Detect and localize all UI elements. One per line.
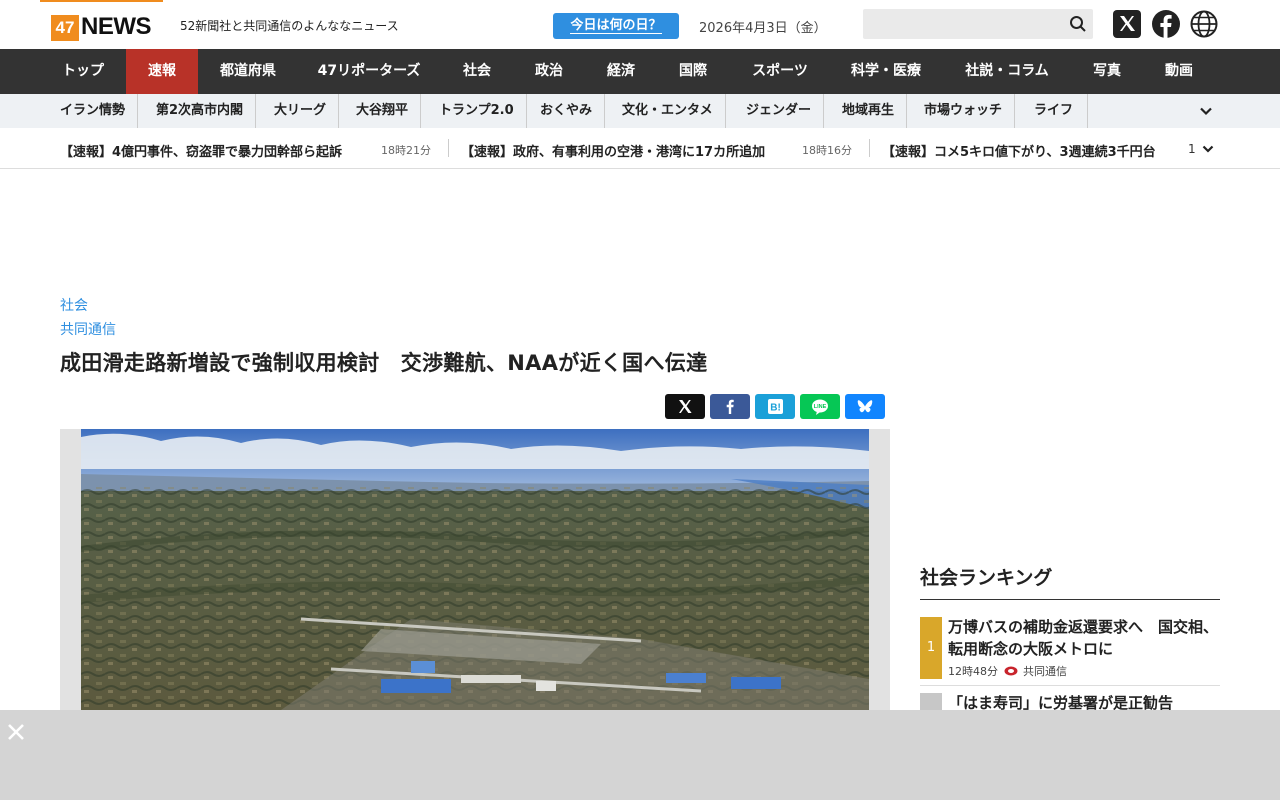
x-icon[interactable] <box>1113 10 1141 38</box>
topic-item-life[interactable]: ライフ <box>1034 94 1089 128</box>
topic-item-gender[interactable]: ジェンダー <box>746 94 825 128</box>
facebook-icon[interactable] <box>1152 10 1180 38</box>
logo-text: NEWS <box>81 13 152 40</box>
site-tagline: 52新聞社と共同通信のよんななニュース <box>180 19 399 33</box>
share-bluesky-button[interactable] <box>845 394 885 419</box>
nav-item-prefectures[interactable]: 都道府県 <box>208 49 288 94</box>
facebook-share-icon <box>726 399 734 414</box>
top-bar: 47 NEWS 52新聞社と共同通信のよんななニュース 今日は何の日？ 2026… <box>0 0 1280 49</box>
ticker-headline[interactable]: 【速報】政府、有事利用の空港・港湾に17カ所追加 <box>461 141 765 160</box>
ranking-item-source: 共同通信 <box>1023 665 1067 678</box>
today-in-history-button[interactable]: 今日は何の日？ <box>553 13 679 39</box>
bluesky-icon <box>857 400 873 413</box>
nav-item-47reporters[interactable]: 47リポーターズ <box>305 49 433 94</box>
nav-item-breaking[interactable]: 速報 <box>126 49 198 94</box>
ticker-time: 18時16分 <box>802 144 852 157</box>
nav-item-society[interactable]: 社会 <box>447 49 507 94</box>
ranking-divider <box>920 599 1220 600</box>
main-nav: トップ 速報 都道府県 47リポーターズ 社会 政治 経済 国際 スポーツ 科学… <box>0 49 1280 94</box>
ticker-time: 18時21分 <box>381 144 431 157</box>
topic-item-takaichi-cabinet[interactable]: 第2次高市内閣 <box>156 94 257 128</box>
ranking-title: 社会ランキング <box>920 567 1053 589</box>
nav-item-photos[interactable]: 写真 <box>1080 49 1134 94</box>
ticker-headline[interactable]: 【速報】コメ5キロ値下がり、3週連続3千円台 <box>882 141 1156 160</box>
hatena-bookmark-icon: B! <box>768 399 783 414</box>
article-photo-frame <box>60 429 890 710</box>
close-icon[interactable] <box>6 722 26 742</box>
nav-item-economy[interactable]: 経済 <box>591 49 651 94</box>
ranking-number: 1 <box>920 617 942 679</box>
logo-number: 47 <box>51 15 79 41</box>
topic-item-regional[interactable]: 地域再生 <box>842 94 908 128</box>
topic-item-trump[interactable]: トランプ2.0 <box>439 94 527 128</box>
chevron-down-icon[interactable] <box>1198 103 1214 119</box>
nav-item-international[interactable]: 国際 <box>663 49 723 94</box>
article-category-link[interactable]: 社会 <box>60 295 88 315</box>
language-globe-icon[interactable] <box>1190 10 1218 38</box>
search-icon[interactable] <box>1068 14 1088 34</box>
ranking-item-meta: 12時48分 共同通信 <box>948 663 1067 679</box>
ranking-item-title[interactable]: 万博バスの補助金返還要求へ 国交相、転用断念の大阪メトロに <box>948 616 1220 660</box>
line-icon: LINE <box>812 399 828 415</box>
ticker-chevron-down-icon[interactable] <box>1201 142 1215 156</box>
nav-item-science-medical[interactable]: 科学・医療 <box>836 49 936 94</box>
article-photo[interactable] <box>81 429 869 710</box>
topic-item-mlb[interactable]: 大リーグ <box>274 94 340 128</box>
site-logo[interactable]: 47 NEWS <box>40 0 163 49</box>
share-hatena-button[interactable]: B! <box>755 394 795 419</box>
article-source-link[interactable]: 共同通信 <box>60 319 116 339</box>
share-x-button[interactable] <box>665 394 705 419</box>
topic-item-iran[interactable]: イラン情勢 <box>60 94 139 128</box>
x-share-icon <box>679 400 692 413</box>
svg-text:B!: B! <box>770 403 781 414</box>
search-input[interactable] <box>863 9 1093 39</box>
svg-text:LINE: LINE <box>814 404 827 410</box>
kyodo-logo-icon <box>1004 666 1017 676</box>
article-headline: 成田滑走路新増設で強制収用検討 交渉難航、NAAが近く国へ伝達 <box>60 351 708 375</box>
nav-item-top[interactable]: トップ <box>48 49 118 94</box>
ticker-divider <box>448 139 449 157</box>
ranking-item-time: 12時48分 <box>948 665 998 678</box>
ticker-divider <box>869 139 870 157</box>
nav-item-videos[interactable]: 動画 <box>1152 49 1206 94</box>
ticker-headline[interactable]: 【速報】4億円事件、窃盗罪で暴力団幹部ら起訴 <box>60 141 342 160</box>
topic-item-market[interactable]: 市場ウォッチ <box>924 94 1016 128</box>
nav-item-politics[interactable]: 政治 <box>519 49 579 94</box>
share-line-button[interactable]: LINE <box>800 394 840 419</box>
share-facebook-button[interactable] <box>710 394 750 419</box>
topic-item-culture[interactable]: 文化・エンタメ <box>622 94 726 128</box>
bottom-ad-overlay <box>0 710 1280 800</box>
current-date: 2026年4月3日（金） <box>699 21 827 36</box>
breaking-ticker: 【速報】4億円事件、窃盗罪で暴力団幹部ら起訴 18時21分 【速報】政府、有事利… <box>0 128 1280 169</box>
nav-item-editorial-column[interactable]: 社説・コラム <box>952 49 1062 94</box>
topic-item-obituaries[interactable]: おくやみ <box>540 94 606 128</box>
ranking-item-divider <box>920 685 1220 686</box>
nav-item-sports[interactable]: スポーツ <box>738 49 822 94</box>
topic-nav: イラン情勢 第2次高市内閣 大リーグ 大谷翔平 トランプ2.0 おくやみ 文化・… <box>0 94 1280 128</box>
ticker-count: 1 <box>1188 142 1196 156</box>
topic-item-ohtani[interactable]: 大谷翔平 <box>356 94 422 128</box>
